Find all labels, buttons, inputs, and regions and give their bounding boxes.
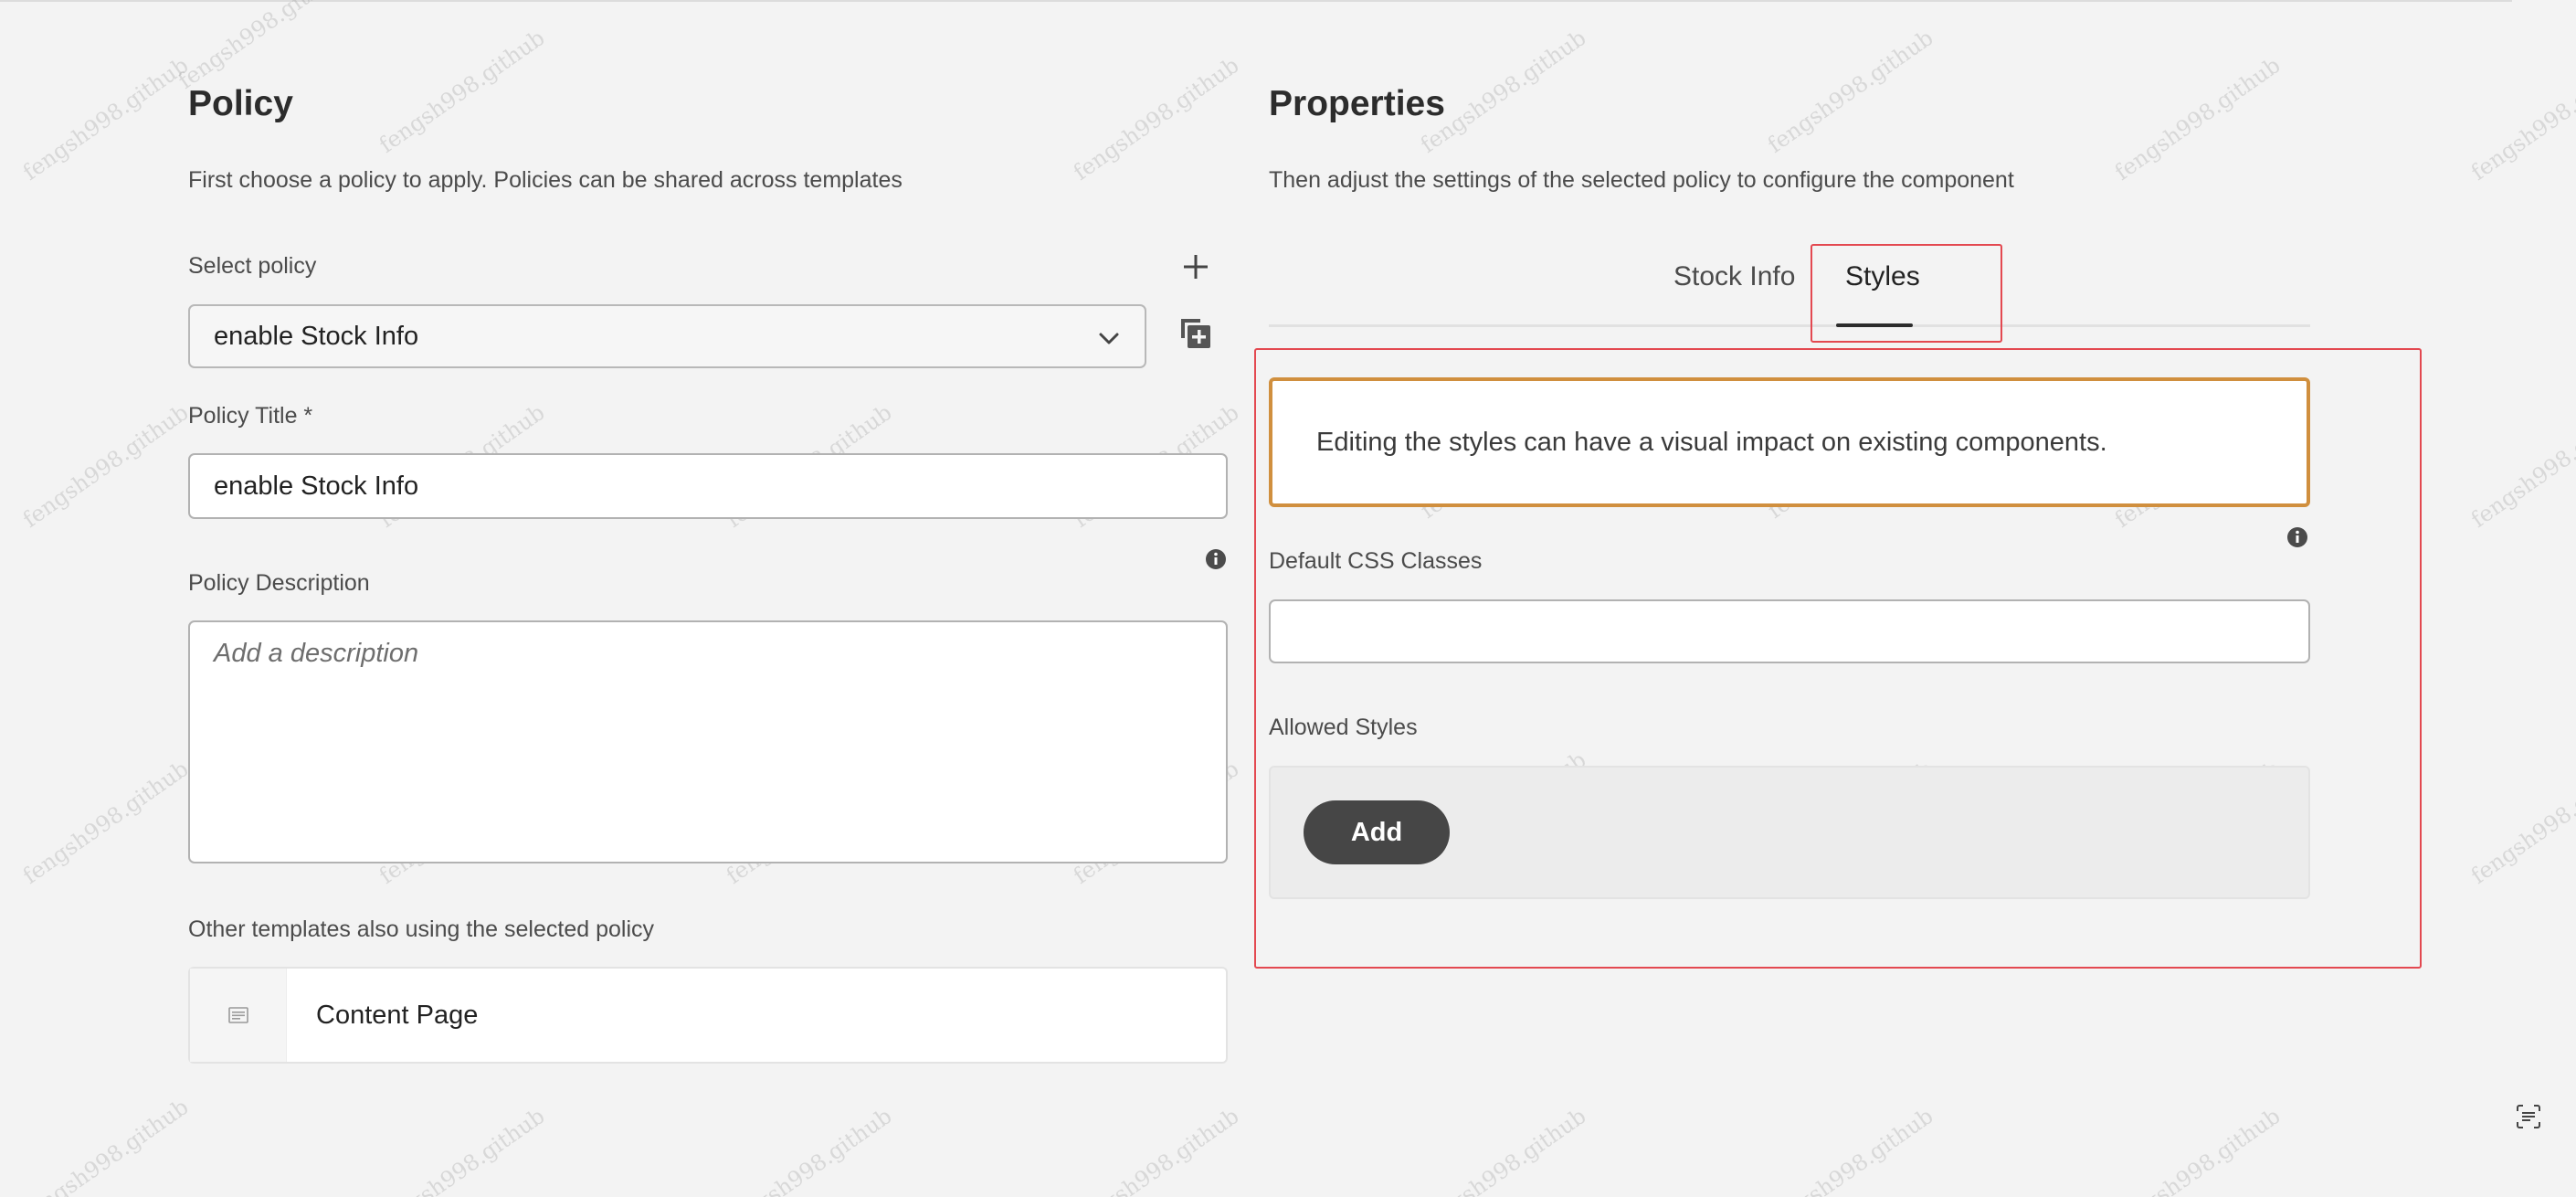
duplicate-policy-button[interactable]: [1176, 313, 1216, 354]
watermark: fengsh998.github: [2466, 52, 2576, 185]
watermark: fengsh998.github: [2466, 399, 2576, 533]
top-divider: [0, 0, 2512, 2]
policy-description-placeholder: Add a description: [214, 639, 419, 668]
policy-heading: Policy: [188, 84, 293, 123]
policy-description-label: Policy Description: [188, 570, 370, 596]
scan-text-icon: [2517, 1105, 2540, 1128]
other-templates-label: Other templates also using the selected …: [188, 916, 654, 942]
properties-description-text: Then adjust the settings of the selected…: [1269, 167, 2014, 193]
watermark: fengsh998.github: [2466, 756, 2576, 889]
watermark: fengsh998.github: [1763, 25, 1938, 158]
watermark: fengsh998.github: [375, 25, 550, 158]
policy-description-info-button[interactable]: [1204, 547, 1228, 571]
watermark: fengsh998.github: [375, 1103, 550, 1197]
template-list-item[interactable]: Content Page: [188, 967, 1228, 1064]
watermark: fengsh998.github: [1069, 1103, 1244, 1197]
watermark: fengsh998.github: [18, 399, 194, 533]
watermark: fengsh998.github: [2110, 1103, 2286, 1197]
css-classes-info-button[interactable]: [2286, 525, 2309, 549]
watermark: fengsh998.github: [18, 756, 194, 889]
policy-description-text: First choose a policy to apply. Policies…: [188, 167, 903, 193]
watermark: fengsh998.github: [18, 52, 194, 185]
watermark: fengsh998.github: [722, 1103, 897, 1197]
watermark: fengsh998.github: [174, 0, 349, 94]
add-policy-button[interactable]: [1178, 249, 1213, 284]
tab-stock-info[interactable]: Stock Info: [1673, 261, 1795, 292]
allowed-styles-label: Allowed Styles: [1269, 715, 1418, 740]
policy-title-label: Policy Title *: [188, 403, 313, 429]
chevron-down-icon: [1099, 333, 1119, 344]
watermark: fengsh998.github: [18, 1094, 194, 1197]
policy-title-input[interactable]: enable Stock Info: [188, 453, 1228, 519]
watermark: fengsh998.github: [1416, 1103, 1591, 1197]
info-icon: [1206, 549, 1226, 569]
plus-icon: [1184, 255, 1208, 279]
policy-select-value: enable Stock Info: [214, 321, 419, 351]
template-icon: [227, 1007, 248, 1023]
watermark: fengsh998.github: [1069, 52, 1244, 185]
styles-tab-highlight: [1811, 244, 2002, 343]
css-classes-label: Default CSS Classes: [1269, 548, 1483, 574]
select-policy-label: Select policy: [188, 253, 317, 279]
policy-select[interactable]: enable Stock Info: [188, 304, 1146, 368]
duplicate-icon: [1181, 319, 1210, 348]
template-thumbnail: [190, 969, 287, 1062]
watermark: fengsh998.github: [2110, 52, 2286, 185]
tabs-divider: [1269, 324, 2310, 327]
scan-text-button[interactable]: [2508, 1096, 2549, 1137]
template-list-label: Content Page: [316, 1000, 479, 1030]
properties-heading: Properties: [1269, 84, 1445, 123]
policy-description-input[interactable]: Add a description: [188, 620, 1228, 863]
styles-warning-alert: Editing the styles can have a visual imp…: [1269, 377, 2310, 507]
css-classes-input[interactable]: [1269, 599, 2310, 663]
add-style-button[interactable]: Add: [1304, 800, 1450, 864]
info-icon: [2287, 527, 2307, 547]
watermark: fengsh998.github: [1763, 1103, 1938, 1197]
policy-title-value: enable Stock Info: [214, 471, 419, 501]
styles-warning-text: Editing the styles can have a visual imp…: [1316, 427, 2107, 457]
